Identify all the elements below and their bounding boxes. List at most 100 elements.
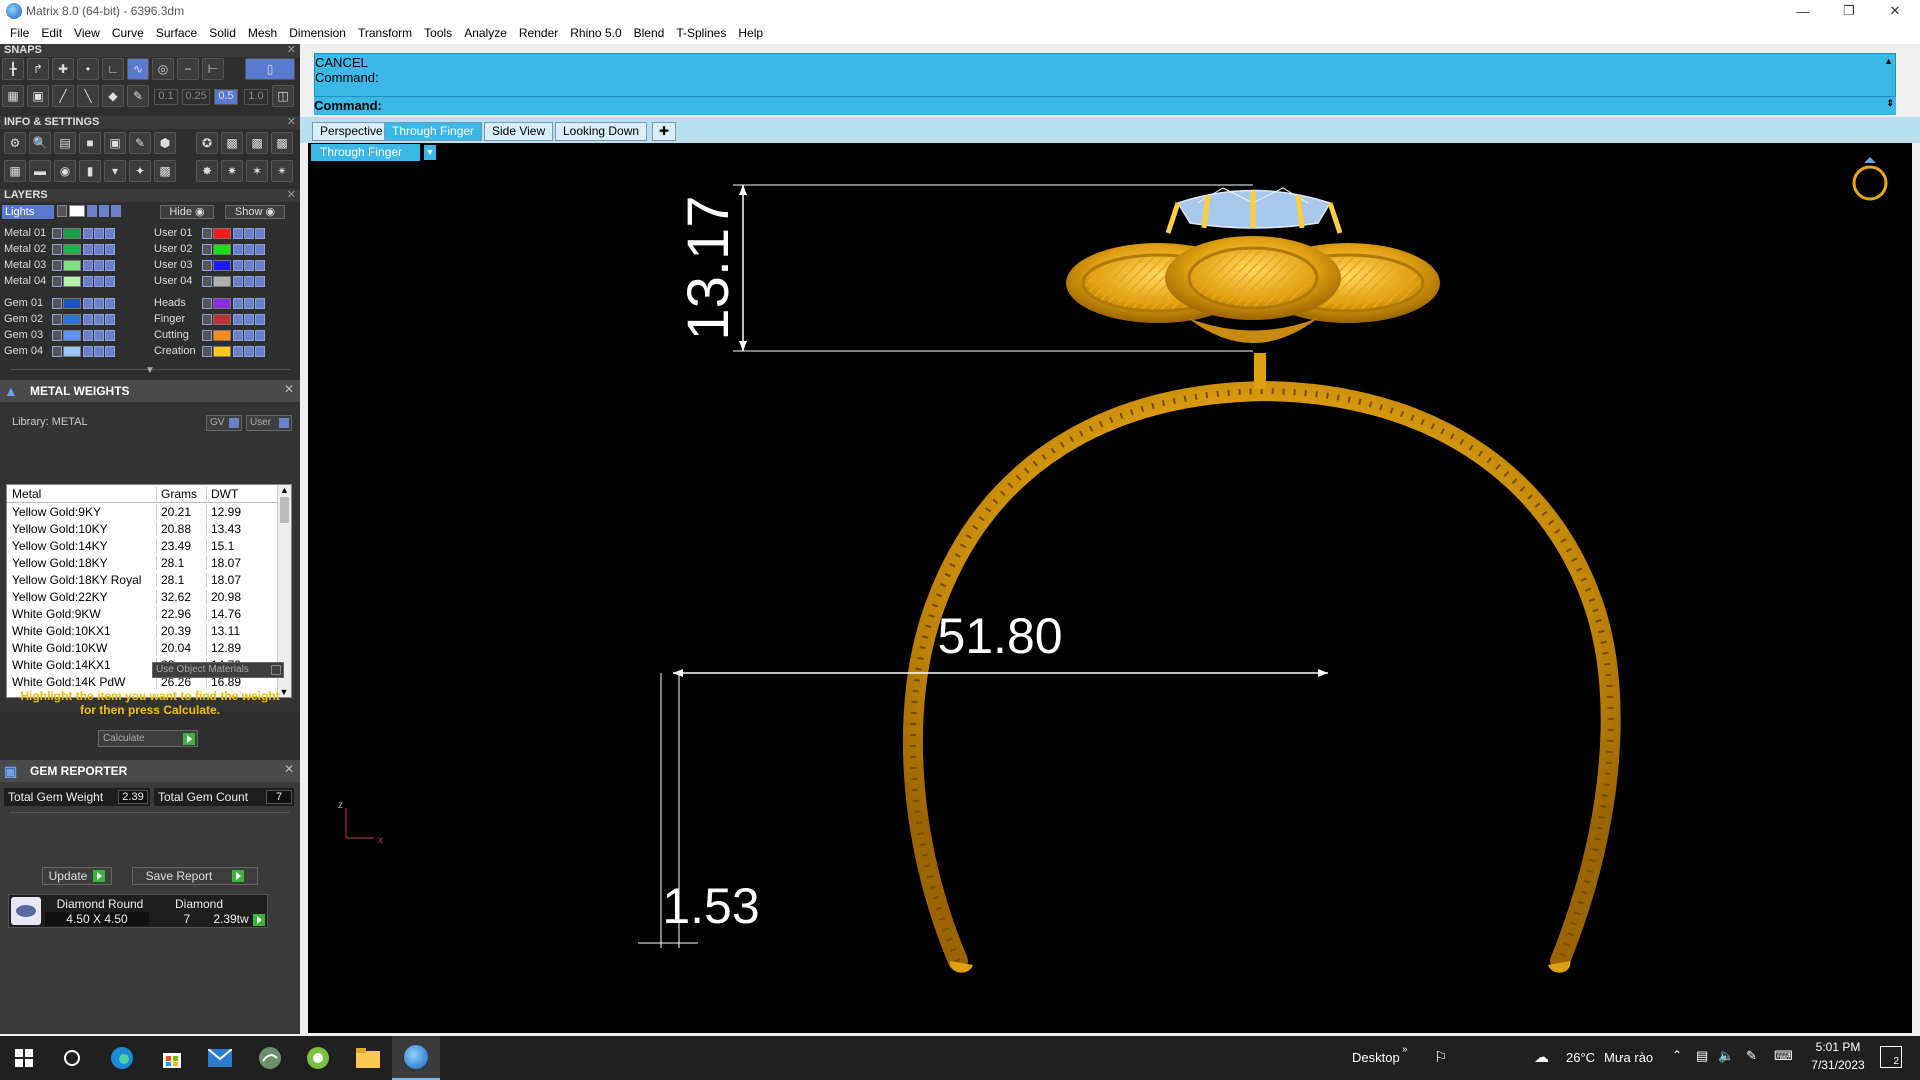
layer-lock-icon[interactable] [233, 313, 243, 325]
layer-visible-icon[interactable] [244, 297, 254, 309]
layer-row[interactable]: Metal 01 [0, 226, 116, 240]
render-icon[interactable]: ✪ [196, 132, 218, 154]
layer-visible-icon[interactable] [244, 259, 254, 271]
chevron-up-icon[interactable]: ⌃ [1672, 1048, 1682, 1062]
layer-lock-icon[interactable] [83, 345, 93, 357]
mail-icon[interactable] [206, 1044, 234, 1072]
store-icon[interactable] [158, 1044, 186, 1072]
volume-icon[interactable]: 🔈 [1718, 1048, 1734, 1064]
menu-render[interactable]: Render [513, 22, 564, 44]
app-green-icon[interactable] [304, 1044, 332, 1072]
menu-rhino[interactable]: Rhino 5.0 [564, 22, 627, 44]
tab-looking-down[interactable]: Looking Down [555, 122, 648, 141]
layer-lock-icon[interactable] [233, 297, 243, 309]
table-row[interactable]: Yellow Gold:14KY 23.49 15.1 [7, 537, 291, 554]
layer-lock-icon[interactable] [83, 297, 93, 309]
layer-expand-icon[interactable] [202, 227, 212, 239]
col-metal[interactable]: Metal [7, 486, 157, 501]
layer-color-swatch[interactable] [213, 297, 231, 309]
menu-tools[interactable]: Tools [418, 22, 458, 44]
windows-start-icon[interactable] [10, 1044, 38, 1072]
layer-visible-icon[interactable] [94, 345, 104, 357]
temperature[interactable]: 26°C [1566, 1050, 1595, 1065]
edge-browser-icon[interactable] [108, 1044, 136, 1072]
layer-visible-icon[interactable] [244, 313, 254, 325]
layer-select-icon[interactable] [255, 259, 265, 271]
menu-tsplines[interactable]: T-Splines [670, 22, 732, 44]
layer-lock-icon[interactable] [83, 243, 93, 255]
scroll-icon[interactable]: ⇕ [1886, 98, 1894, 109]
layer-expand-icon[interactable] [52, 243, 62, 255]
planar-icon[interactable]: ╱ [52, 85, 74, 107]
table-row[interactable]: Yellow Gold:9KY 20.21 12.99 [7, 503, 291, 520]
layer-color-swatch[interactable] [63, 313, 81, 325]
layer-row[interactable]: Metal 02 [0, 242, 116, 256]
layer-select-icon[interactable] [255, 329, 265, 341]
menu-analyze[interactable]: Analyze [458, 22, 513, 44]
layer-lock-icon[interactable] [83, 329, 93, 341]
snap-perp-icon[interactable]: ∟ [102, 58, 124, 80]
layer-visible-icon[interactable] [94, 243, 104, 255]
layer-color-swatch[interactable] [213, 329, 231, 341]
layer-color-swatch[interactable] [213, 227, 231, 239]
layer-select-icon[interactable] [105, 259, 115, 271]
layer-expand-icon[interactable] [202, 275, 212, 287]
toolbar-expand-icon[interactable]: » [1402, 1044, 1408, 1055]
layers-icon[interactable]: ▤ [54, 132, 76, 154]
zoom-icon[interactable]: 🔍 [29, 132, 51, 154]
tab-side-view[interactable]: Side View [484, 122, 554, 141]
table-row[interactable]: White Gold:10KX1 20.39 13.11 [7, 622, 291, 639]
layer-select-icon[interactable] [255, 243, 265, 255]
weather-icon[interactable]: ☁ [1534, 1048, 1549, 1066]
snap-mid-icon[interactable]: ✚ [52, 58, 74, 80]
layer-row[interactable]: Cutting [150, 328, 266, 342]
layer-select-icon[interactable] [255, 313, 265, 325]
show-layers-button[interactable]: Show ◉ [225, 205, 285, 219]
layer-color-swatch[interactable] [213, 345, 231, 357]
snap-center-icon[interactable]: ◎ [152, 58, 174, 80]
layer-color-swatch[interactable] [63, 243, 81, 255]
layer-lock-icon[interactable] [233, 329, 243, 341]
menu-dimension[interactable]: Dimension [283, 22, 352, 44]
diamond-icon[interactable]: ◆ [102, 85, 124, 107]
layer-visible-icon[interactable] [94, 275, 104, 287]
layer-lock-icon[interactable] [233, 345, 243, 357]
calculate-button[interactable]: Calculate [98, 730, 198, 747]
layer-row[interactable]: User 04 [150, 274, 266, 288]
layer-visible-icon[interactable] [94, 329, 104, 341]
layer-lock-icon[interactable] [83, 259, 93, 271]
layer-visible-icon[interactable] [244, 227, 254, 239]
layer-select-icon[interactable] [105, 227, 115, 239]
matrix-taskbar-button[interactable] [392, 1036, 440, 1080]
table-row[interactable]: White Gold:10KW 20.04 12.89 [7, 639, 291, 656]
filter-icon[interactable]: ▾ [104, 160, 126, 182]
layer-select-icon[interactable] [105, 297, 115, 309]
layer-expand-icon[interactable] [202, 345, 212, 357]
snap-grid-icon[interactable]: ╊ [2, 58, 24, 80]
minimize-button[interactable]: — [1780, 0, 1826, 22]
gem-detail-arrow-icon[interactable] [253, 914, 265, 926]
tab-through-finger[interactable]: Through Finger [384, 122, 483, 141]
command-input[interactable]: Command: ⇕ [314, 96, 1896, 115]
layer-expand-icon[interactable] [52, 329, 62, 341]
cube-icon[interactable]: ⬢ [154, 132, 176, 154]
tree-icon[interactable]: ✷ [221, 160, 243, 182]
menu-view[interactable]: View [68, 22, 106, 44]
layer-color-swatch[interactable] [213, 313, 231, 325]
restore-button[interactable]: ❐ [1826, 0, 1872, 22]
ortho-icon[interactable]: ▣ [27, 85, 49, 107]
layer-color-swatch[interactable] [213, 243, 231, 255]
gv-button[interactable]: GV [206, 415, 242, 431]
layer-row[interactable]: Gem 04 [0, 344, 116, 358]
collapse-icon[interactable]: ▼ [145, 365, 155, 376]
menu-blend[interactable]: Blend [628, 22, 671, 44]
window-icon[interactable]: ▬ [29, 160, 51, 182]
lights-layer[interactable]: Lights [2, 205, 54, 219]
layer-row[interactable]: Metal 04 [0, 274, 116, 288]
snap-quad-icon[interactable]: ⊢ [202, 58, 224, 80]
image2-icon[interactable]: ▩ [246, 132, 268, 154]
layer-color-swatch[interactable] [63, 259, 81, 271]
close-button[interactable]: ✕ [1872, 0, 1918, 22]
layer-color-swatch[interactable] [63, 345, 81, 357]
layer-expand-icon[interactable] [52, 297, 62, 309]
